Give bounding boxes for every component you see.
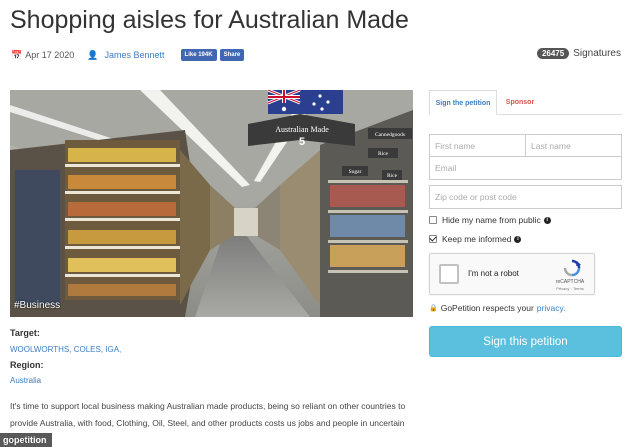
petition-photo: Australian Made 5 Cannedgoods Rice Sugar… (10, 90, 413, 317)
gopetition-watermark: gopetition (0, 433, 52, 447)
user-icon: 👤 (87, 49, 99, 60)
petition-date: Apr 17 2020 (25, 50, 75, 60)
first-name-field[interactable]: First name (429, 134, 526, 157)
recaptcha-checkbox[interactable] (439, 264, 459, 284)
recaptcha-widget: I'm not a robot reCAPTCHA Privacy - Term… (429, 253, 595, 295)
info-circle-icon[interactable]: i (514, 235, 522, 243)
petition-description: It's time to support local business maki… (10, 401, 406, 445)
tab-sponsor[interactable]: Sponsor (501, 90, 539, 115)
region-label: Region: (10, 360, 44, 370)
tab-sign-petition[interactable]: Sign the petition (429, 90, 497, 115)
last-name-field[interactable]: Last name (525, 134, 622, 157)
region-link[interactable]: Australia (10, 376, 41, 385)
aisle-sign-right-2: Rice (378, 151, 389, 157)
facebook-share-button[interactable]: Share (219, 49, 245, 61)
aisle-number: 5 (299, 136, 305, 148)
recaptcha-label: I'm not a robot (468, 269, 519, 278)
info-circle-icon[interactable]: i (543, 216, 551, 224)
petition-title: Shopping aisles for Australian Made (10, 6, 409, 34)
petition-meta: 📅 Apr 17 2020 👤 James Bennett Like 194K … (11, 48, 245, 62)
author-link[interactable]: James Bennett (104, 50, 164, 60)
aisle-sign-right-1: Cannedgoods (375, 132, 405, 138)
privacy-text: GoPetition respects your (440, 303, 534, 313)
recaptcha-terms[interactable]: Privacy - Terms (550, 286, 590, 291)
lock-icon: 🔒 (429, 305, 438, 312)
facebook-like-button[interactable]: Like 194K (180, 49, 217, 61)
sign-petition-button[interactable]: Sign this petition (429, 326, 622, 357)
calendar-icon: 📅 (11, 49, 23, 60)
signature-label: Signatures (573, 48, 621, 59)
privacy-notice: 🔒 GoPetition respects your privacy. (429, 303, 565, 313)
aisle-sign-right-4: Rice (387, 173, 398, 179)
signature-count-badge: 26475 (536, 48, 570, 59)
hide-name-label: Hide my name from public (442, 215, 541, 225)
hide-name-checkbox[interactable] (429, 216, 437, 224)
target-link[interactable]: WOOLWORTHS, COLES, IGA, (10, 345, 121, 354)
photo-hashtag: #Business (14, 300, 61, 311)
petition-tabs: Sign the petition Sponsor (429, 90, 622, 115)
signature-counter: 26475 Signatures (536, 48, 621, 59)
keep-informed-option[interactable]: Keep me informed i (429, 234, 522, 244)
zip-code-field[interactable]: Zip code or post code (429, 185, 622, 209)
aisle-sign-right-3: Sugar (349, 169, 362, 175)
email-field[interactable]: Email (429, 156, 622, 180)
recaptcha-logo-icon (563, 259, 581, 277)
hide-name-option[interactable]: Hide my name from public i (429, 215, 551, 225)
keep-informed-label: Keep me informed (442, 234, 512, 244)
privacy-link[interactable]: privacy. (537, 303, 566, 313)
recaptcha-brand: reCAPTCHA (555, 279, 585, 285)
supermarket-aisle-image: Australian Made 5 Cannedgoods Rice Sugar… (10, 90, 413, 317)
target-label: Target: (10, 328, 40, 338)
keep-informed-checkbox[interactable] (429, 235, 437, 243)
aisle-sign-text: Australian Made (275, 125, 329, 134)
